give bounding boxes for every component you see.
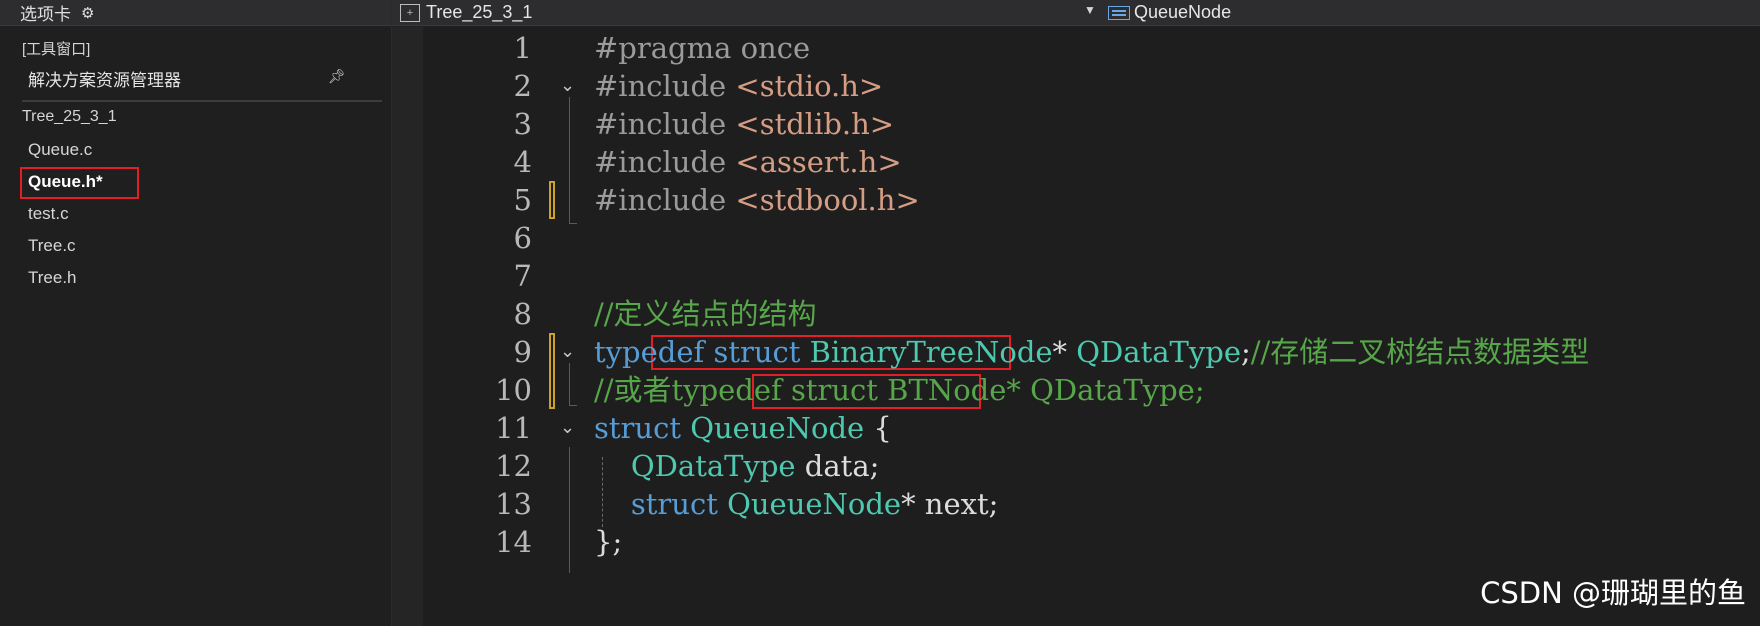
code-line[interactable]: 8 //定义结点的结构 xyxy=(392,293,1760,335)
code-text: }; xyxy=(594,521,622,563)
struct-icon xyxy=(1108,5,1130,20)
code-token: QueueNode xyxy=(727,487,902,521)
code-token: #include xyxy=(594,107,736,141)
code-token: data; xyxy=(795,449,880,483)
code-editor[interactable]: 1 #pragma once 2 ⌄ #include <stdio.h> 3 #inclu… xyxy=(392,27,1760,626)
highlight-box xyxy=(20,167,139,199)
code-token: * xyxy=(1052,335,1077,369)
watermark: CSDN @珊瑚里的鱼 xyxy=(1480,576,1746,610)
code-token: <stdbool.h> xyxy=(735,183,920,217)
code-text: #include <stdio.h> xyxy=(594,65,883,107)
panel-tab-label[interactable]: 选项卡 xyxy=(20,0,71,25)
code-text: #include <assert.h> xyxy=(594,141,902,183)
code-token: <assert.h> xyxy=(735,145,902,179)
tool-window-tag: [工具窗口] xyxy=(22,41,91,58)
code-token: ; xyxy=(1240,335,1251,369)
line-number: 8 xyxy=(513,297,532,331)
code-token: //定义结点的结构 xyxy=(594,297,817,331)
code-text: struct QueueNode* next; xyxy=(594,483,999,525)
c-file-icon: + xyxy=(400,3,420,22)
code-token: QueueNode xyxy=(690,411,865,445)
code-text: #include <stdlib.h> xyxy=(594,103,894,145)
code-line[interactable]: 1 #pragma once xyxy=(392,27,1760,69)
code-token: #include xyxy=(594,183,736,217)
solution-explorer-panel: 选项卡 ⚙ [工具窗口] 解决方案资源管理器 📌︎ Tree_25_3_1 Qu… xyxy=(0,0,392,626)
fold-toggle-icon[interactable]: ⌄ xyxy=(560,65,575,107)
code-token: typedef xyxy=(594,335,714,369)
editor-navigation-bar: + Tree_25_3_1 ▼ QueueNode xyxy=(392,0,1760,26)
code-token: QDataType xyxy=(630,449,796,483)
line-number: 12 xyxy=(495,449,532,483)
code-line[interactable]: 5 #include <stdbool.h> xyxy=(392,179,1760,221)
code-text: struct QueueNode { xyxy=(594,407,892,449)
line-number: 2 xyxy=(513,69,532,103)
code-token: #include xyxy=(594,145,736,179)
line-number: 10 xyxy=(495,373,532,407)
code-text: #include <stdbool.h> xyxy=(594,179,920,221)
code-text: //或者typedef struct BTNode* QDataType; xyxy=(594,369,1205,411)
line-number: 9 xyxy=(513,335,532,369)
member-scope-dropdown[interactable]: QueueNode xyxy=(1108,2,1231,23)
code-line[interactable]: 4 #include <assert.h> xyxy=(392,141,1760,183)
code-line[interactable]: 3 #include <stdlib.h> xyxy=(392,103,1760,145)
file-list: Queue.c Queue.h* test.c Tree.c Tree.h xyxy=(0,134,392,294)
code-token: { xyxy=(864,411,892,445)
code-line[interactable]: 12 QDataType data; xyxy=(392,445,1760,487)
code-token: }; xyxy=(594,525,623,559)
file-item-queue-c[interactable]: Queue.c xyxy=(0,134,392,166)
code-token: struct xyxy=(713,335,810,369)
code-token: * next; xyxy=(901,487,999,521)
line-number: 1 xyxy=(513,31,532,65)
code-line[interactable]: 2 ⌄ #include <stdio.h> xyxy=(392,65,1760,107)
line-number: 5 xyxy=(513,183,532,217)
line-number: 3 xyxy=(513,107,532,141)
panel-title: 解决方案资源管理器 xyxy=(28,71,181,90)
code-line[interactable]: 14}; xyxy=(392,521,1760,563)
project-name[interactable]: Tree_25_3_1 xyxy=(22,108,117,126)
pin-icon[interactable]: 📌︎ xyxy=(328,68,346,85)
file-item-test-c[interactable]: test.c xyxy=(0,198,392,230)
code-line[interactable]: 10 //或者typedef struct BTNode* QDataType; xyxy=(392,369,1760,411)
code-text: QDataType data; xyxy=(594,445,880,487)
line-number: 13 xyxy=(495,487,532,521)
fold-toggle-icon[interactable]: ⌄ xyxy=(560,407,575,449)
code-token: struct xyxy=(594,411,691,445)
chevron-down-icon[interactable]: ▼ xyxy=(1084,3,1096,17)
code-line[interactable]: 11 ⌄ struct QueueNode { xyxy=(392,407,1760,449)
code-line[interactable]: 13 struct QueueNode* next; xyxy=(392,483,1760,525)
line-number: 4 xyxy=(513,145,532,179)
code-token: #include xyxy=(594,69,736,103)
code-token: <stdio.h> xyxy=(735,69,884,103)
file-item-tree-h[interactable]: Tree.h xyxy=(0,262,392,294)
code-token: struct xyxy=(630,487,728,521)
code-line[interactable]: 9 ⌄ typedef struct BinaryTreeNode* QDataTy… xyxy=(392,331,1760,373)
member-scope-label: QueueNode xyxy=(1134,2,1232,22)
file-item-tree-c[interactable]: Tree.c xyxy=(0,230,392,262)
fold-toggle-icon[interactable]: ⌄ xyxy=(560,331,575,373)
line-number: 11 xyxy=(495,411,532,445)
panel-divider xyxy=(22,100,382,102)
line-number: 7 xyxy=(513,259,532,293)
code-line[interactable]: 6 xyxy=(392,217,1760,259)
line-number: 14 xyxy=(495,525,532,559)
code-token: #pragma once xyxy=(594,31,811,65)
file-item-queue-h[interactable]: Queue.h* xyxy=(0,166,392,201)
code-token: <stdlib.h> xyxy=(735,107,895,141)
panel-tab-bar[interactable]: 选项卡 ⚙ xyxy=(0,0,391,26)
code-token: QDataType xyxy=(1076,335,1241,369)
code-text: #pragma once xyxy=(594,27,810,69)
code-token: BinaryTreeNode xyxy=(809,335,1053,369)
code-token: //存储二叉树结点数据类型 xyxy=(1250,335,1590,369)
line-number: 6 xyxy=(513,221,532,255)
code-text: typedef struct BinaryTreeNode* QDataType… xyxy=(594,331,1589,373)
file-scope-label: Tree_25_3_1 xyxy=(426,2,533,22)
file-scope-dropdown[interactable]: + Tree_25_3_1 xyxy=(400,2,532,23)
code-text: //定义结点的结构 xyxy=(594,293,817,335)
gear-icon[interactable]: ⚙ xyxy=(81,4,94,22)
code-token: //或者typedef struct BTNode* QDataType; xyxy=(594,373,1205,407)
code-line[interactable]: 7 xyxy=(392,255,1760,297)
